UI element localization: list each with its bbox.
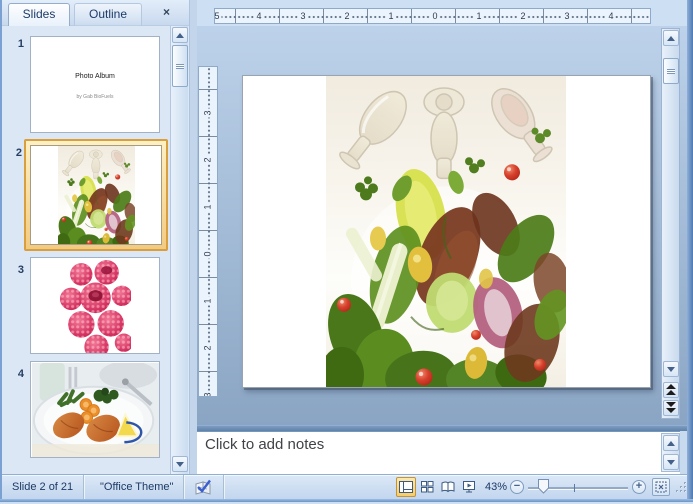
tab-outline-label: Outline (89, 7, 127, 21)
slide-1-number: 1 (8, 38, 24, 50)
salad-photo-thumb (58, 146, 135, 245)
tab-slides-label: Slides (23, 7, 56, 21)
normal-view-icon (399, 481, 413, 493)
fit-to-window-button[interactable] (652, 478, 670, 496)
tab-slides[interactable]: Slides (8, 3, 70, 26)
slide-4-number: 4 (8, 368, 24, 380)
zoom-level-label: 43% (481, 481, 507, 493)
slides-pane: Slides Outline × 1 Photo Album by Gab Bi… (2, 0, 190, 474)
raspberries-photo-thumb (60, 258, 131, 354)
double-arrow-down-icon (666, 402, 676, 414)
hruler-num: 1 (474, 10, 483, 22)
grip-icon (667, 69, 675, 74)
slide-photo[interactable] (326, 76, 566, 387)
pane-scrollbar-thumb[interactable] (172, 45, 188, 87)
scroll-down-button[interactable] (663, 361, 679, 377)
main-scrollbar-thumb[interactable] (663, 58, 679, 84)
slide-indicator: Slide 2 of 21 (2, 475, 84, 499)
slide-sorter-view-button[interactable] (417, 477, 437, 497)
slide-1-title: Photo Album (31, 73, 159, 80)
hruler-num: 4 (254, 10, 263, 22)
arrow-down-icon (667, 367, 675, 372)
slide-2-thumbnail (30, 145, 162, 245)
vruler-num: 1 (203, 296, 214, 305)
previous-slide-button[interactable] (663, 382, 679, 398)
pane-scroll-down-button[interactable] (172, 456, 188, 472)
next-slide-button[interactable] (663, 400, 679, 416)
tab-outline[interactable]: Outline (74, 3, 142, 26)
normal-view-button[interactable] (396, 477, 416, 497)
slide-1-subtitle: by Gab BioFuels (31, 94, 159, 100)
arrow-up-icon (667, 441, 675, 446)
theme-name: "Office Theme" (90, 475, 184, 499)
double-arrow-up-icon (666, 384, 676, 396)
status-bar: Slide 2 of 21 "Office Theme" (2, 474, 691, 499)
hruler-num: 3 (562, 10, 571, 22)
vruler-num: 3 (203, 390, 214, 397)
spellcheck-icon (194, 479, 212, 495)
slide-3-number: 3 (8, 264, 24, 276)
vruler-num: 0 (203, 249, 214, 258)
pane-tab-bar: Slides Outline × (2, 0, 189, 26)
fit-slide-icon (655, 481, 667, 493)
arrow-down-icon (176, 462, 184, 467)
arrow-up-icon (176, 33, 184, 38)
grip-icon (176, 64, 184, 69)
close-icon: × (163, 5, 170, 19)
main-scrollbar[interactable] (661, 28, 680, 419)
close-pane-button[interactable]: × (157, 5, 176, 21)
zoom-slider-center-tick (574, 484, 575, 492)
powerpoint-window: Slides Outline × 1 Photo Album by Gab Bi… (0, 0, 693, 502)
hruler-num: 1 (386, 10, 395, 22)
minus-icon: − (514, 480, 520, 492)
slide-canvas[interactable] (242, 75, 651, 388)
vertical-ruler: 3 2 1 0 1 2 3 (198, 66, 218, 397)
slide-show-button[interactable] (459, 477, 479, 497)
vruler-num: 2 (203, 343, 214, 352)
arrow-up-icon (667, 36, 675, 41)
slider-thumb-icon (538, 479, 549, 494)
horizontal-ruler: 5 4 3 2 1 0 1 2 3 4 (214, 8, 651, 24)
hruler-num: 2 (342, 10, 351, 22)
hruler-num: 0 (430, 10, 439, 22)
vruler-num: 2 (203, 155, 214, 164)
pane-scrollbar[interactable] (170, 26, 188, 474)
slide-3-thumbnail[interactable] (30, 257, 160, 354)
hruler-num: 3 (298, 10, 307, 22)
slide-sorter-icon (421, 481, 434, 493)
zoom-slider-thumb[interactable] (538, 479, 549, 497)
notes-scroll-down-button[interactable] (663, 454, 679, 470)
notes-placeholder: Click to add notes (205, 436, 324, 453)
salmon-photo-thumb (32, 363, 159, 457)
slide-2-thumbnail-selected[interactable] (24, 139, 168, 251)
scroll-up-button[interactable] (663, 30, 679, 46)
slide-show-icon (462, 481, 476, 493)
zoom-level[interactable]: 43% (481, 475, 507, 499)
zoom-in-button[interactable]: + (632, 480, 646, 494)
reading-view-button[interactable] (438, 477, 458, 497)
hruler-num: 5 (214, 10, 222, 22)
window-border-left (0, 0, 2, 502)
zoom-out-button[interactable]: − (510, 480, 524, 494)
reading-view-icon (441, 481, 455, 493)
notes-scroll-up-button[interactable] (663, 435, 679, 451)
slide-4-thumbnail[interactable] (30, 361, 160, 458)
slide-1-thumbnail[interactable]: Photo Album by Gab BioFuels (30, 36, 160, 133)
slide-2-number: 2 (6, 147, 22, 159)
notes-pane[interactable]: Click to add notes (197, 431, 680, 474)
editing-area: 5 4 3 2 1 0 1 2 3 4 3 2 1 0 1 2 3 (197, 0, 687, 474)
hruler-num: 4 (606, 10, 615, 22)
vruler-num: 1 (203, 202, 214, 211)
notes-scrollbar[interactable] (661, 433, 680, 472)
window-border-right (687, 0, 693, 502)
pane-splitter[interactable] (190, 0, 197, 474)
pane-scroll-up-button[interactable] (172, 27, 188, 43)
vruler-num: 3 (203, 108, 214, 117)
arrow-down-icon (667, 460, 675, 465)
spellcheck-status-button[interactable] (184, 475, 224, 499)
hruler-num: 2 (518, 10, 527, 22)
plus-icon: + (636, 480, 642, 492)
